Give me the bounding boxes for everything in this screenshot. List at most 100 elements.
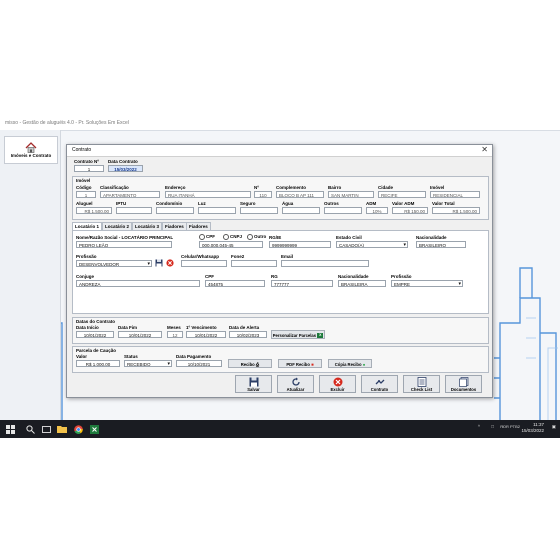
excel-taskbar-icon[interactable] (88, 423, 100, 435)
personalizar-parcelas-button[interactable]: Personalizar Parcelas X (271, 330, 325, 339)
bairro-field[interactable]: SAN MARTIN (328, 191, 374, 198)
notifications-icon[interactable]: ▣ (552, 424, 556, 430)
input-language[interactable]: POR PTB2 (500, 424, 520, 429)
file-explorer-icon[interactable] (56, 423, 68, 435)
celular-label: Celular/Whatsapp (181, 254, 220, 259)
close-icon[interactable]: ✕ (481, 145, 488, 154)
codigo-label: Código (76, 185, 92, 190)
chrome-icon[interactable] (72, 423, 84, 435)
complemento-field[interactable]: BLOCO B AP 111 (276, 191, 324, 198)
caucao-status-select[interactable]: RECEBIDO (124, 360, 172, 367)
outros-label: Outros (324, 201, 339, 206)
seguro-label: Seguro (240, 201, 256, 206)
data-alerta-label: Data de Alerta (229, 325, 260, 330)
conjuge-nacionalidade-field[interactable]: BRASILEIRA (338, 280, 386, 287)
condominio-field[interactable] (156, 207, 194, 214)
copia-recibo-label: Cópia Recibo (334, 362, 362, 367)
endereco-field[interactable]: RUA ITANHÁ (165, 191, 251, 198)
delete-icon[interactable] (166, 259, 174, 267)
valor-adm-field[interactable]: R$ 150,00 (392, 207, 428, 214)
meses-field[interactable]: 12 (167, 331, 183, 338)
contract-date-field[interactable]: 15/03/2022 (108, 165, 143, 172)
radio-cnpj[interactable]: CNPJ (223, 234, 242, 240)
agua-field[interactable] (282, 207, 320, 214)
vencimento-label: 1º Vencimento (186, 325, 217, 330)
data-fim-field[interactable]: 10/01/2022 (118, 331, 162, 338)
caucao-valor-field[interactable]: R$ 1.000,00 (76, 360, 120, 367)
contract-window: Contrato ✕ Contrato Nº 1 Data Contrato 1… (66, 144, 493, 398)
desktop-area: misso - Gestão de aluguéis 4.0 - Pr. Sol… (0, 118, 560, 420)
recibo-label: Recibo (240, 362, 255, 367)
contract-number-field[interactable]: 1 (74, 165, 104, 172)
checklist-icon (417, 377, 426, 387)
system-clock[interactable]: 11:37 15/03/2022 (521, 422, 544, 434)
rg-ie-field[interactable]: 9999999999 (269, 241, 331, 248)
luz-label: Luz (198, 201, 206, 206)
conjuge-cpf-field[interactable]: 454875 (205, 280, 265, 287)
email-field[interactable] (281, 260, 369, 267)
task-view-icon[interactable] (40, 423, 52, 435)
copia-recibo-button[interactable]: Cópia Recibo ● (328, 359, 372, 368)
salvar-button[interactable]: Salvar (235, 375, 272, 393)
radio-cpf[interactable]: CPF (199, 234, 215, 240)
radio-outro[interactable]: Outro (247, 234, 266, 240)
conjuge-field[interactable]: ANDREZA (76, 280, 200, 287)
documentos-label: Documentos (450, 387, 477, 392)
whatsapp-icon: ● (362, 362, 366, 367)
tray-arrow-icon[interactable]: ^ (478, 424, 480, 429)
numero-field[interactable]: 110 (254, 191, 272, 198)
check-list-button[interactable]: Check List (403, 375, 440, 393)
documents-icon (458, 377, 468, 387)
iptu-field[interactable] (116, 207, 152, 214)
outros-field[interactable] (324, 207, 362, 214)
atualizar-button[interactable]: Atualizar (277, 375, 314, 393)
valor-total-field[interactable]: R$ 1.500,00 (432, 207, 480, 214)
imovel-section: Imóvel Código 1 Classificação APARTAMENT… (72, 176, 489, 220)
search-icon[interactable] (24, 423, 36, 435)
contrato-button[interactable]: Contrato (361, 375, 398, 393)
vencimento-field[interactable]: 10/01/2022 (186, 331, 226, 338)
caucao-pagamento-field[interactable]: 10/10/2021 (176, 360, 222, 367)
celular-field[interactable] (181, 260, 227, 267)
adm-field[interactable]: 10% (366, 207, 388, 214)
profissao-select[interactable]: DESENVOLVEDOR (76, 260, 152, 267)
conjuge-profissao-select[interactable]: EMPRE (391, 280, 463, 287)
datas-section: Datas do Contrato Data Início 10/01/2022… (72, 317, 489, 344)
estado-civil-select[interactable]: CASADO(A) (336, 241, 408, 248)
data-inicio-field[interactable]: 10/01/2022 (76, 331, 114, 338)
seguro-field[interactable] (240, 207, 278, 214)
printer-icon: ⎙ (255, 362, 260, 367)
cpf-cnpj-field[interactable]: 000.000.045-45 (199, 241, 263, 248)
windows-start-icon[interactable] (4, 423, 16, 435)
imovel-type-field[interactable]: RESIDENCIAL (430, 191, 480, 198)
luz-field[interactable] (198, 207, 236, 214)
radio-outro-label: Outro (254, 234, 267, 240)
conjuge-rg-field[interactable]: 777777 (271, 280, 333, 287)
cidade-field[interactable]: RECIFE (378, 191, 426, 198)
documentos-button[interactable]: Documentos (445, 375, 482, 393)
fone2-field[interactable] (231, 260, 277, 267)
home-contract-button[interactable]: Imóveis e Contrato (4, 136, 58, 164)
codigo-field[interactable]: 1 (76, 191, 96, 198)
conjuge-cpf-label: CPF (205, 274, 214, 279)
data-alerta-field[interactable]: 10/02/2023 (229, 331, 267, 338)
nacionalidade-field[interactable]: BRASILEIRO (416, 241, 466, 248)
clock-date: 15/03/2022 (521, 428, 544, 433)
save-icon[interactable] (155, 259, 163, 267)
radio-outro-circle (247, 234, 253, 240)
classificacao-field[interactable]: APARTAMENTO (100, 191, 160, 198)
home-contract-label: Imóveis e Contrato (10, 153, 52, 158)
network-icon[interactable]: □ (491, 424, 494, 429)
pdf-recibo-button[interactable]: PDF Recibo ■ (278, 359, 322, 368)
caucao-status-label: Status (124, 354, 138, 359)
excluir-button[interactable]: Excluir (319, 375, 356, 393)
pdf-icon: ■ (311, 362, 314, 367)
endereco-label: Endereço (165, 185, 186, 190)
locatario-panel: Nome/Razão Social - LOCATÁRIO PRINCIPAL … (72, 230, 489, 314)
nome-field[interactable]: PEDRO LEÃO (76, 241, 172, 248)
radio-cpf-label: CPF (206, 234, 215, 240)
contract-date-label: Data Contrato (108, 159, 138, 164)
aluguel-field[interactable]: R$ 1.500,00 (76, 207, 112, 214)
recibo-button[interactable]: Recibo ⎙ (228, 359, 272, 368)
nacionalidade-label: Nacionalidade (416, 235, 447, 240)
